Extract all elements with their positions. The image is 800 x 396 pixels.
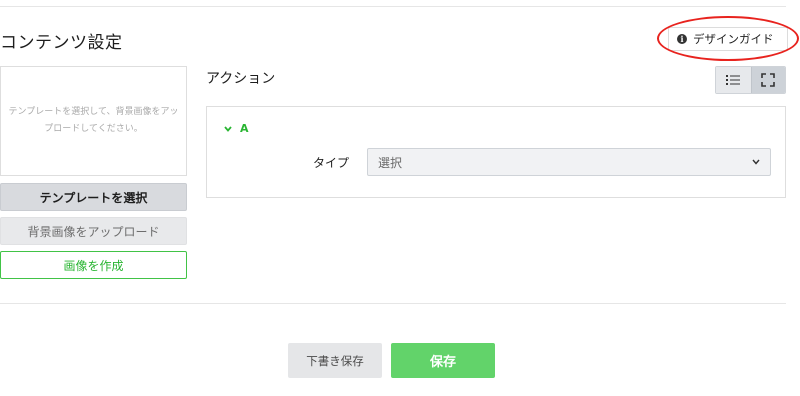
page-title: コンテンツ設定 <box>0 33 123 53</box>
bottom-divider <box>0 303 786 304</box>
list-view-button[interactable] <box>716 67 751 93</box>
type-label: タイプ <box>313 156 350 170</box>
fullscreen-view-button[interactable] <box>750 67 785 93</box>
actions-section-title: アクション <box>206 71 276 87</box>
save-button[interactable]: 保存 <box>391 343 495 378</box>
design-guide-button[interactable]: i デザインガイド <box>668 27 788 51</box>
fullscreen-icon <box>761 73 776 87</box>
type-select-value: 選択 <box>378 155 403 170</box>
type-select[interactable]: 選択 <box>367 148 771 176</box>
save-draft-button[interactable]: 下書き保存 <box>288 343 382 378</box>
top-divider <box>0 6 786 7</box>
create-image-button[interactable]: 画像を作成 <box>0 251 187 279</box>
action-item-header[interactable]: A <box>224 122 249 135</box>
design-guide-label: デザインガイド <box>693 32 774 46</box>
chevron-down-icon <box>224 125 232 132</box>
upload-background-button[interactable]: 背景画像をアップロード <box>0 217 187 245</box>
chevron-down-icon <box>752 159 760 165</box>
list-icon <box>726 75 741 85</box>
info-icon: i <box>677 34 687 44</box>
image-preview-area: テンプレートを選択して、背景画像をアップロードしてください。 <box>0 66 187 176</box>
action-panel: A タイプ 選択 <box>206 106 786 198</box>
view-toggle <box>715 66 786 94</box>
action-item-name: A <box>240 122 249 135</box>
select-template-button[interactable]: テンプレートを選択 <box>0 183 187 211</box>
preview-hint: テンプレートを選択して、背景画像をアップロードしてください。 <box>8 107 179 134</box>
